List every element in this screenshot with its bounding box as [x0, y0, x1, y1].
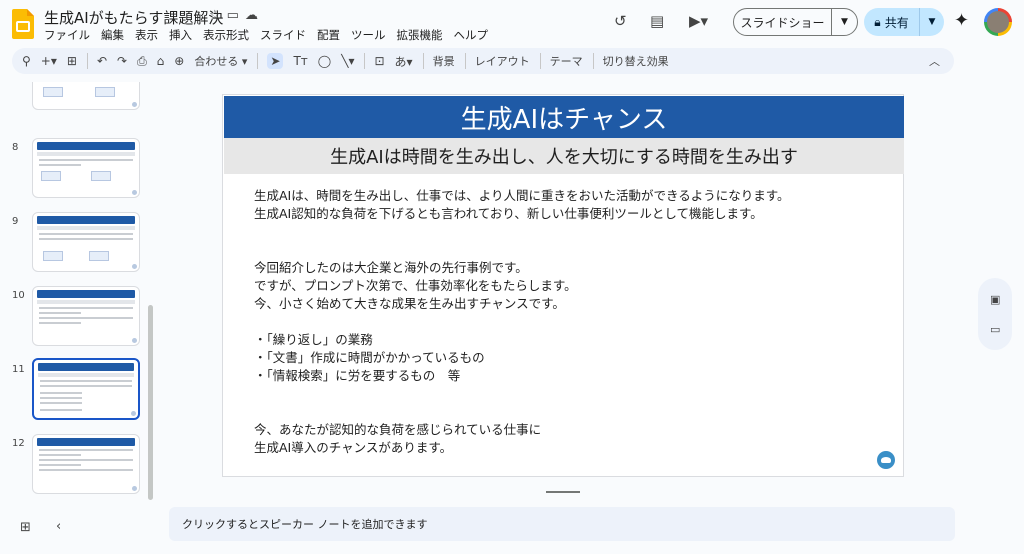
avatar[interactable]	[984, 8, 1012, 36]
slide-number: 11	[12, 364, 25, 375]
divider	[364, 53, 366, 69]
divider	[422, 53, 424, 69]
body-line: 生成AIは、時間を生み出し、仕事では、より人間に重きをおいた活動ができるようにな…	[254, 188, 790, 203]
chevron-down-icon[interactable]: ▼	[920, 17, 944, 27]
menu-format[interactable]: 表示形式	[203, 27, 255, 43]
document-title[interactable]: 生成AIがもたらす課題解決	[44, 7, 223, 28]
star-icon[interactable]: ☆	[209, 8, 221, 23]
slide-number: 10	[12, 290, 25, 301]
zoom-select[interactable]: 合わせる ▾	[194, 53, 247, 69]
slides-editor: 生成AIがもたらす課題解決 ☆ ▭ ☁ ファイル 編集 表示 挿入 表示形式 ス…	[0, 0, 1024, 554]
toolbar: ⚲ +▾ ⊞ ↶ ↷ ⎙ ⌂ ⊕ 合わせる ▾ ➤ Tт ◯ ╲▾ ⊡ あ▾ 背…	[12, 48, 954, 74]
divider	[539, 53, 541, 69]
slide-canvas[interactable]: 生成AIはチャンス 生成AIは時間を生み出し、人を大切にする時間を生み出す 生成…	[222, 94, 904, 477]
menu-insert[interactable]: 挿入	[169, 27, 198, 43]
undo-icon[interactable]: ↶	[97, 54, 107, 68]
side-panel: ▣ ▭	[978, 278, 1012, 350]
divider	[464, 53, 466, 69]
slide-body[interactable]: 生成AIは、時間を生み出し、仕事では、より人間に重きをおいた活動ができるようにな…	[254, 187, 894, 457]
body-line: 生成AI認知的な負荷を下げるとも言われており、新しい仕事便利ツールとして機能しま…	[254, 206, 763, 221]
line-icon[interactable]: ╲▾	[341, 54, 354, 68]
keep-icon[interactable]: ▣	[990, 293, 1000, 306]
collapse-filmstrip-icon[interactable]: ‹	[56, 519, 61, 534]
slide-number: 8	[12, 142, 19, 153]
divider	[592, 53, 594, 69]
history-icon[interactable]: ↺	[614, 12, 627, 30]
divider	[86, 53, 88, 69]
slideshow-label[interactable]: スライドショー	[734, 9, 832, 35]
chevron-up-icon[interactable]: ︿	[929, 53, 940, 69]
body-line: ですが、プロンプト次第で、仕事効率化をもたらします。	[254, 278, 577, 293]
menu-file[interactable]: ファイル	[44, 27, 96, 43]
bullet-item: ・「文書」作成に時間がかかっているもの	[254, 350, 485, 365]
menu-edit[interactable]: 編集	[101, 27, 130, 43]
background-button[interactable]: 背景	[433, 53, 455, 69]
title-icons: ☆ ▭ ☁	[209, 8, 258, 23]
menu-arrange[interactable]: 配置	[317, 27, 346, 43]
speaker-notes[interactable]: クリックするとスピーカー ノートを追加できます	[169, 507, 955, 541]
slide-title[interactable]: 生成AIはチャンス	[224, 96, 904, 138]
slide-thumbnail[interactable]	[32, 212, 140, 272]
print-icon[interactable]: ⎙	[137, 54, 147, 69]
meet-icon[interactable]: ▶▾	[689, 12, 708, 30]
body-line: 今回紹介したのは大企業と海外の先行事例です。	[254, 260, 528, 275]
slide-thumbnail[interactable]	[32, 82, 140, 110]
filmstrip-scrollbar[interactable]	[148, 305, 153, 500]
slide-thumbnail[interactable]	[32, 286, 140, 346]
new-slide-icon[interactable]: +▾	[41, 54, 57, 68]
redo-icon[interactable]: ↷	[117, 54, 127, 68]
slide-thumbnail[interactable]	[32, 138, 140, 198]
body-line: 今、あなたが認知的な負荷を感じられている仕事に	[254, 422, 542, 437]
chevron-down-icon[interactable]: ▼	[832, 17, 857, 27]
notes-resize-handle[interactable]	[546, 491, 580, 493]
comment-add-icon[interactable]: ⊡	[374, 54, 384, 68]
theme-button[interactable]: テーマ	[550, 53, 583, 69]
paint-format-icon[interactable]: ⌂	[157, 54, 165, 68]
body-line: 今、小さく始めて大きな成果を生み出すチャンスです。	[254, 296, 565, 311]
comments-icon[interactable]: ▤	[650, 12, 664, 30]
text-box-icon[interactable]: Tт	[293, 54, 307, 68]
slide-thumbnail[interactable]	[32, 434, 140, 494]
folder-icon[interactable]: ▭	[990, 323, 1000, 336]
lock-icon: 🔒︎	[874, 14, 881, 29]
menu-view[interactable]: 表示	[135, 27, 164, 43]
bullet-item: ・「繰り返し」の業務	[254, 332, 373, 347]
gemini-icon[interactable]: ✦	[954, 10, 969, 31]
filmstrip: 8 9 10 11 12	[0, 82, 160, 502]
search-menus-icon[interactable]: ⚲	[22, 54, 31, 68]
layout-button[interactable]: レイアウト	[475, 53, 530, 69]
share-main[interactable]: 🔒︎ 共有	[864, 8, 920, 36]
select-cursor-icon[interactable]: ➤	[267, 53, 284, 69]
menu-help[interactable]: ヘルプ	[454, 27, 495, 43]
slide-thumbnail-selected[interactable]	[32, 358, 140, 420]
move-folder-icon[interactable]: ▭	[227, 8, 239, 23]
speaker-notes-placeholder: クリックするとスピーカー ノートを追加できます	[182, 518, 428, 531]
menu-extensions[interactable]: 拡張機能	[397, 27, 449, 43]
share-button[interactable]: 🔒︎ 共有 ▼	[864, 8, 944, 36]
slide-subtitle[interactable]: 生成AIは時間を生み出し、人を大切にする時間を生み出す	[224, 138, 904, 174]
menu-bar: ファイル 編集 表示 挿入 表示形式 スライド 配置 ツール 拡張機能 ヘルプ	[44, 27, 499, 43]
slides-logo-icon[interactable]	[12, 9, 34, 39]
share-label: 共有	[884, 15, 909, 30]
slideshow-button[interactable]: スライドショー ▼	[733, 8, 858, 36]
zoom-icon[interactable]: ⊕	[174, 54, 184, 68]
slide-number: 9	[12, 216, 19, 227]
grid-view-icon[interactable]: ⊞	[20, 520, 31, 535]
menu-tools[interactable]: ツール	[351, 27, 392, 43]
slide-number: 12	[12, 438, 25, 449]
input-tools-icon[interactable]: あ▾	[395, 53, 413, 70]
transition-button[interactable]: 切り替え効果	[603, 53, 669, 69]
body-line: 生成AI導入のチャンスがあります。	[254, 440, 453, 455]
bullet-item: ・「情報検索」に労を要するもの 等	[254, 368, 461, 383]
organization-logo-icon	[877, 451, 895, 469]
menu-slide[interactable]: スライド	[260, 27, 312, 43]
cloud-status-icon[interactable]: ☁	[245, 8, 258, 23]
shape-icon[interactable]: ◯	[318, 54, 331, 68]
divider	[257, 53, 259, 69]
new-slide-layout-icon[interactable]: ⊞	[67, 54, 77, 68]
